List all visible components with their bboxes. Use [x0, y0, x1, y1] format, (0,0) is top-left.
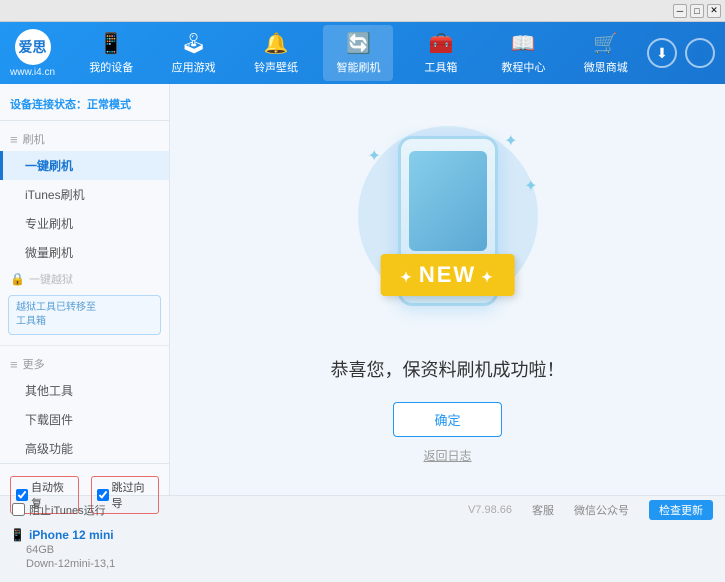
sidebar-item-itunes-flash[interactable]: iTunes刷机: [0, 180, 169, 209]
sidebar: 设备连接状态：正常模式 ≡ 刷机 一键刷机 iTunes刷机 专业刷机 微量刷机…: [0, 84, 170, 495]
nav-label-tutorial: 教程中心: [501, 59, 545, 75]
nav-label-my-device: 我的设备: [89, 59, 133, 75]
sidebar-item-other-tools[interactable]: 其他工具: [0, 376, 169, 405]
device-icon: 📱: [10, 528, 25, 542]
tutorial-icon: 📖: [511, 31, 536, 56]
nav-bar: 📱 我的设备 🕹 应用游戏 🔔 铃声壁纸 🔄 智能刷机 🧰 工具箱 📖 教程中心…: [70, 25, 647, 81]
version-label: V7.98.66: [468, 504, 512, 516]
nav-item-my-device[interactable]: 📱 我的设备: [76, 25, 146, 81]
status-value: 正常模式: [87, 99, 131, 111]
nav-item-toolbox[interactable]: 🧰 工具箱: [406, 25, 476, 81]
confirm-button[interactable]: 确定: [393, 402, 501, 437]
toolbox-icon: 🧰: [428, 31, 453, 56]
device-name: 📱 iPhone 12 mini: [10, 528, 159, 542]
section-header-more: ≡ 更多: [0, 352, 169, 376]
nav-label-toolbox: 工具箱: [424, 59, 457, 75]
minimize-btn[interactable]: ─: [673, 4, 687, 18]
nav-item-app-games[interactable]: 🕹 应用游戏: [159, 25, 229, 81]
header: 爱思 www.i4.cn 📱 我的设备 🕹 应用游戏 🔔 铃声壁纸 🔄 智能刷机…: [0, 22, 725, 84]
sparkle-2: ✦: [504, 131, 517, 151]
download-btn[interactable]: ⬇: [647, 38, 677, 68]
device-info: 📱 iPhone 12 mini 64GB Down-12mini-13,1: [8, 524, 161, 574]
weisi-mall-icon: 🛒: [593, 31, 618, 56]
nav-label-app-games: 应用游戏: [172, 59, 216, 75]
nav-item-tutorial[interactable]: 📖 教程中心: [488, 25, 558, 81]
status-label: 设备连接状态：: [10, 99, 87, 111]
success-title: 恭喜您，保资料刷机成功啦！: [331, 356, 565, 382]
nav-label-ringtone: 铃声壁纸: [254, 59, 298, 75]
nav-label-weisi-mall: 微思商城: [584, 59, 628, 75]
lock-icon: 🔒: [10, 272, 25, 286]
app-games-icon: 🕹: [181, 31, 206, 56]
update-button[interactable]: 检查更新: [649, 500, 713, 520]
bottom-right: V7.98.66 客服 微信公众号 检查更新: [468, 500, 713, 520]
new-badge: NEW: [380, 254, 515, 296]
content-area: ✦ ✦ ✦ NEW 恭喜您，保资料刷机成功啦！ 确定 返回日志: [170, 84, 725, 495]
sparkle-3: ✦: [524, 176, 537, 196]
sidebar-item-one-key-flash[interactable]: 一键刷机: [0, 151, 169, 180]
maximize-btn[interactable]: □: [690, 4, 704, 18]
nav-label-smart-flash: 智能刷机: [336, 59, 380, 75]
sidebar-item-advanced[interactable]: 高级功能: [0, 434, 169, 463]
sidebar-item-download-firmware[interactable]: 下载固件: [0, 405, 169, 434]
my-device-icon: 📱: [99, 31, 124, 56]
logo-icon: 爱思: [15, 29, 51, 65]
connection-status: 设备连接状态：正常模式: [0, 92, 169, 121]
auto-restore-input[interactable]: [16, 489, 28, 501]
nav-item-ringtone[interactable]: 🔔 铃声壁纸: [241, 25, 311, 81]
sparkle-1: ✦: [368, 146, 381, 166]
close-btn[interactable]: ✕: [707, 4, 721, 18]
logo-area: 爱思 www.i4.cn: [10, 29, 55, 78]
sidebar-item-pro-flash[interactable]: 专业刷机: [0, 209, 169, 238]
stop-itunes-label[interactable]: 阻止iTunes运行: [29, 502, 106, 518]
section-label-more: 更多: [23, 356, 45, 372]
section-header-flash: ≡ 刷机: [0, 127, 169, 151]
sidebar-item-micro-flash[interactable]: 微量刷机: [0, 238, 169, 267]
service-link[interactable]: 客服: [532, 502, 554, 518]
device-model: Down-12mini-13,1: [10, 558, 159, 570]
ringtone-icon: 🔔: [264, 31, 289, 56]
bottom-left: 阻止iTunes运行: [12, 502, 106, 518]
more-section-icon: ≡: [10, 357, 18, 372]
nav-item-weisi-mall[interactable]: 🛒 微思商城: [571, 25, 641, 81]
stop-itunes-checkbox[interactable]: [12, 503, 25, 516]
logo-url: www.i4.cn: [10, 67, 55, 78]
section-label-flash: 刷机: [23, 131, 45, 147]
sidebar-locked-jailbreak: 🔒 一键越狱: [0, 267, 169, 291]
skip-wizard-input[interactable]: [97, 489, 109, 501]
main-content: 设备连接状态：正常模式 ≡ 刷机 一键刷机 iTunes刷机 专业刷机 微量刷机…: [0, 84, 725, 495]
wechat-link[interactable]: 微信公众号: [574, 502, 629, 518]
nav-item-smart-flash[interactable]: 🔄 智能刷机: [323, 25, 393, 81]
user-btn[interactable]: 👤: [685, 38, 715, 68]
title-bar: ─ □ ✕: [0, 0, 725, 22]
smart-flash-icon: 🔄: [346, 31, 371, 56]
back-link[interactable]: 返回日志: [423, 447, 471, 464]
sidebar-divider: [0, 345, 169, 346]
phone-screen: [409, 151, 487, 251]
sidebar-note: 越狱工具已转移至工具箱: [8, 295, 161, 335]
success-illustration: ✦ ✦ ✦ NEW: [338, 116, 558, 336]
flash-section-icon: ≡: [10, 132, 18, 147]
device-storage: 64GB: [10, 544, 159, 556]
header-right: ⬇ 👤: [647, 38, 715, 68]
